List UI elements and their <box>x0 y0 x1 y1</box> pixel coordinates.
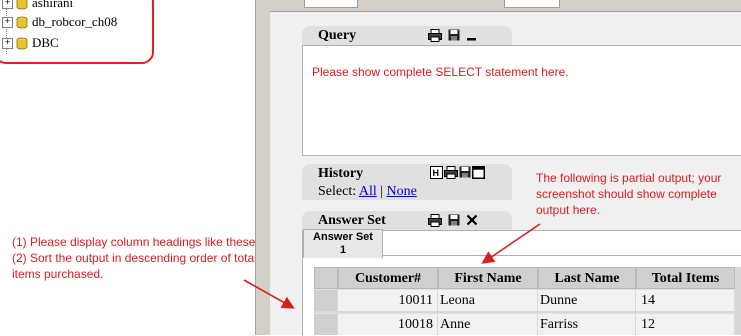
right-arrow <box>481 223 541 264</box>
left-arrow <box>243 279 295 309</box>
annotation-arrows <box>243 223 541 309</box>
